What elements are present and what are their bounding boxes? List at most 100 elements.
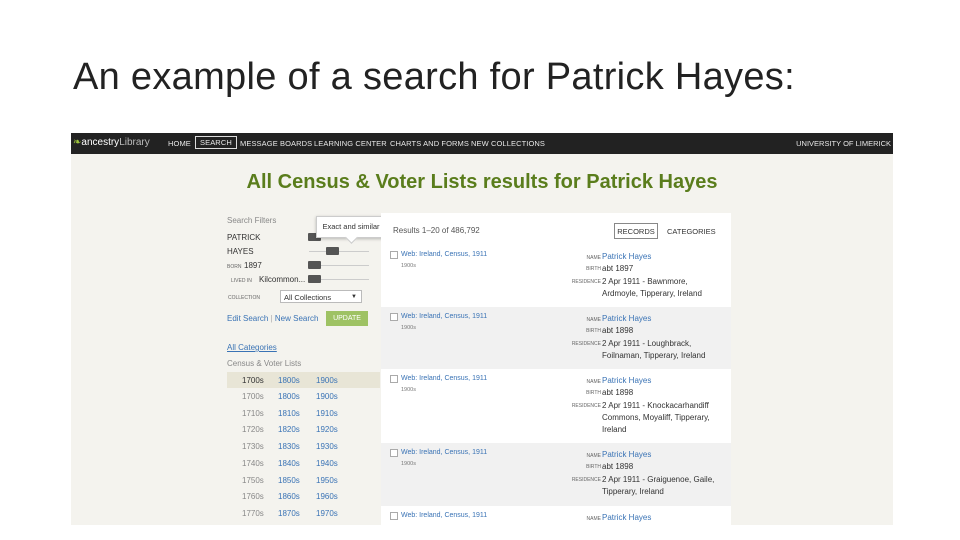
birth-label: BIRTH (586, 328, 601, 334)
decade-link[interactable]: 1810s (278, 409, 300, 418)
ancestry-logo[interactable]: ❧ancestryLibrary (73, 137, 150, 148)
result-residence-line2: Ardmoyle, Tipperary, Ireland (602, 289, 702, 298)
result-year: 1900s (401, 387, 416, 393)
top-nav: ❧ancestryLibrary HOME SEARCH MESSAGE BOA… (71, 133, 893, 154)
slide-title: An example of a search for Patrick Hayes… (73, 56, 795, 98)
nav-learning-center[interactable]: LEARNING CENTER (314, 139, 387, 148)
born-slider-knob[interactable] (308, 261, 321, 269)
result-collection-link[interactable]: Web: Ireland, Census, 1911 (401, 512, 487, 519)
result-row[interactable]: Web: Ireland, Census, 1911 1900s NAME Patri… (381, 245, 731, 307)
result-collection-link[interactable]: Web: Ireland, Census, 1911 (401, 313, 487, 320)
logo-brand: ancestry (81, 137, 120, 148)
result-checkbox[interactable] (390, 449, 398, 457)
result-birth: abt 1898 (602, 462, 634, 471)
decade-link[interactable]: 1760s (242, 492, 264, 501)
decade-head-1700s[interactable]: 1700s (242, 376, 264, 385)
nav-message-boards[interactable]: MESSAGE BOARDS (240, 139, 312, 148)
results-count: Results 1–20 of 486,792 (393, 226, 480, 235)
result-residence-line1: 2 Apr 1911 - Loughbrack, (602, 339, 692, 348)
born-label: BORN (227, 264, 242, 270)
update-button[interactable]: UPDATE (326, 311, 368, 326)
collection-select[interactable]: All Collections ▼ (280, 290, 362, 303)
result-name-link[interactable]: Patrick Hayes (602, 450, 651, 459)
result-collection-link[interactable]: Web: Ireland, Census, 1911 (401, 251, 487, 258)
collection-label: COLLECTION (228, 295, 260, 301)
result-row[interactable]: Web: Ireland, Census, 1911 1900s NAME Patri… (381, 369, 731, 443)
decade-link[interactable]: 1950s (316, 476, 338, 485)
result-collection-link[interactable]: Web: Ireland, Census, 1911 (401, 449, 487, 456)
decade-link[interactable]: 1770s (242, 509, 264, 518)
result-residence-line1: 2 Apr 1911 - Knockacarhandiff (602, 401, 709, 410)
nav-search[interactable]: SEARCH (195, 136, 237, 149)
filter-lived-value: Kilcommon... (259, 275, 306, 284)
name-label: NAME (586, 317, 601, 323)
result-checkbox[interactable] (390, 313, 398, 321)
name-label: NAME (586, 453, 601, 459)
categories-tab[interactable]: CATEGORIES (667, 227, 716, 236)
result-year: 1900s (401, 461, 416, 467)
decade-link[interactable]: 1860s (278, 492, 300, 501)
edit-search-link[interactable]: Edit Search (227, 314, 268, 323)
last-name-slider-track[interactable] (309, 251, 369, 252)
last-name-slider-knob[interactable] (326, 247, 339, 255)
result-year: 1900s (401, 263, 416, 269)
result-checkbox[interactable] (390, 251, 398, 259)
result-birth: abt 1898 (602, 388, 634, 397)
collection-select-value: All Collections (284, 293, 332, 302)
slider-tooltip: Exact and similar (316, 216, 386, 238)
filter-last-name: HAYES (227, 247, 254, 256)
result-name-link[interactable]: Patrick Hayes (602, 513, 651, 522)
result-checkbox[interactable] (390, 512, 398, 520)
decade-link[interactable]: 1840s (278, 459, 300, 468)
decade-link[interactable]: 1870s (278, 509, 300, 518)
decade-link[interactable]: 1970s (316, 509, 338, 518)
result-name-link[interactable]: Patrick Hayes (602, 376, 651, 385)
birth-label: BIRTH (586, 464, 601, 470)
decade-link[interactable]: 1940s (316, 459, 338, 468)
decade-link[interactable]: 1850s (278, 476, 300, 485)
decade-link[interactable]: 1910s (316, 409, 338, 418)
nav-new-collections[interactable]: NEW COLLECTIONS (471, 139, 545, 148)
result-residence-line2: Tipperary, Ireland (602, 487, 664, 496)
result-name-link[interactable]: Patrick Hayes (602, 314, 651, 323)
decade-link[interactable]: 1720s (242, 425, 264, 434)
decade-link[interactable]: 1930s (316, 442, 338, 451)
decade-link[interactable]: 1710s (242, 409, 264, 418)
decade-link[interactable]: 1750s (242, 476, 264, 485)
decade-link[interactable]: 1740s (242, 459, 264, 468)
result-row[interactable]: Web: Ireland, Census, 1911 1900s NAME Patri… (381, 443, 731, 506)
decade-link[interactable]: 1900s (316, 392, 338, 401)
nav-university[interactable]: UNIVERSITY OF LIMERICK (796, 139, 891, 148)
result-checkbox[interactable] (390, 375, 398, 383)
result-collection-link[interactable]: Web: Ireland, Census, 1911 (401, 375, 487, 382)
lived-label: LIVED IN (231, 278, 252, 284)
decade-head-1800s[interactable]: 1800s (278, 376, 300, 385)
nav-home[interactable]: HOME (168, 139, 191, 148)
residence-label: RESIDENCE (571, 341, 601, 347)
result-row[interactable]: Web: Ireland, Census, 1911 1900s NAME Patri… (381, 307, 731, 369)
birth-label: BIRTH (586, 390, 601, 396)
decade-link[interactable]: 1830s (278, 442, 300, 451)
residence-label: RESIDENCE (571, 279, 601, 285)
result-residence-line1: 2 Apr 1911 - Bawnmore, (602, 277, 688, 286)
nav-charts-and-forms[interactable]: CHARTS AND FORMS (390, 139, 469, 148)
decade-link[interactable]: 1920s (316, 425, 338, 434)
decade-link[interactable]: 1960s (316, 492, 338, 501)
all-categories-link[interactable]: All Categories (227, 343, 277, 352)
result-name-link[interactable]: Patrick Hayes (602, 252, 651, 261)
new-search-link[interactable]: New Search (275, 314, 319, 323)
name-label: NAME (586, 379, 601, 385)
filter-first-name: PATRICK (227, 233, 261, 242)
decade-link[interactable]: 1800s (278, 392, 300, 401)
decade-head-1900s[interactable]: 1900s (316, 376, 338, 385)
result-residence-line2: Foilnaman, Tipperary, Ireland (602, 351, 706, 360)
decade-link[interactable]: 1730s (242, 442, 264, 451)
census-voter-lists-label: Census & Voter Lists (227, 359, 302, 368)
result-row[interactable]: Web: Ireland, Census, 1911 NAME Patrick Ha… (381, 506, 731, 525)
decade-link[interactable]: 1820s (278, 425, 300, 434)
records-tab[interactable]: RECORDS (614, 223, 658, 239)
decade-link[interactable]: 1700s (242, 392, 264, 401)
result-residence-line3: Ireland (602, 425, 627, 434)
lived-slider-knob[interactable] (308, 275, 321, 283)
result-birth: abt 1898 (602, 326, 634, 335)
